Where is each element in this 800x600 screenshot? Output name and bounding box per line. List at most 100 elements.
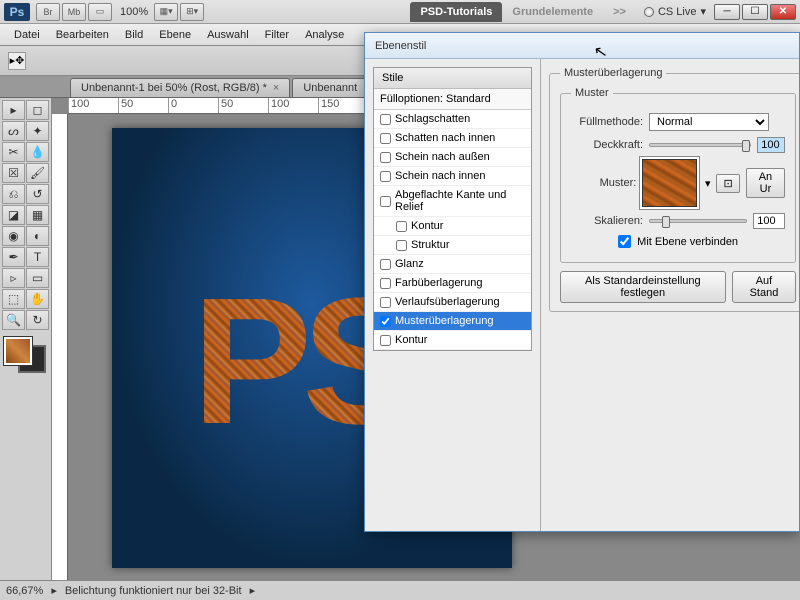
window-minimize-button[interactable]: ─: [714, 4, 740, 20]
menu-filter[interactable]: Filter: [257, 27, 297, 43]
style-item[interactable]: Kontur: [374, 331, 531, 350]
shape-tool[interactable]: ▭: [26, 268, 49, 288]
workspace-tab-grund[interactable]: Grundelemente: [502, 4, 603, 20]
style-checkbox[interactable]: [380, 114, 391, 125]
style-item[interactable]: Musterüberlagerung: [374, 312, 531, 331]
document-tab-2[interactable]: Unbenannt: [292, 78, 368, 97]
style-checkbox[interactable]: [380, 278, 391, 289]
style-item[interactable]: Kontur: [374, 217, 531, 236]
opacity-label: Deckkraft:: [571, 139, 643, 151]
make-default-button[interactable]: Als Standardeinstellung festlegen: [560, 271, 726, 303]
style-item[interactable]: Verlaufsüberlagerung: [374, 293, 531, 312]
color-swatches[interactable]: [2, 335, 48, 375]
style-checkbox[interactable]: [396, 240, 407, 251]
style-label: Glanz: [395, 258, 424, 270]
dialog-title[interactable]: Ebenenstil: [365, 33, 799, 59]
style-item[interactable]: Schein nach innen: [374, 167, 531, 186]
bridge-icon[interactable]: Br: [36, 3, 60, 21]
style-checkbox[interactable]: [380, 171, 391, 182]
style-item[interactable]: Schein nach außen: [374, 148, 531, 167]
eyedropper-tool[interactable]: 💧: [26, 142, 49, 162]
minibridge-icon[interactable]: Mb: [62, 3, 86, 21]
style-checkbox[interactable]: [380, 316, 391, 327]
workspace-tab-psd[interactable]: PSD-Tutorials: [410, 2, 502, 22]
path-select-tool[interactable]: ▹: [2, 268, 25, 288]
dodge-tool[interactable]: ◐: [26, 226, 49, 246]
wand-tool[interactable]: ✦: [26, 121, 49, 141]
document-tab-1[interactable]: Unbenannt-1 bei 50% (Rost, RGB/8) *×: [70, 78, 290, 97]
fill-options[interactable]: Fülloptionen: Standard: [374, 89, 531, 110]
style-label: Verlaufsüberlagerung: [395, 296, 500, 308]
style-label: Schatten nach innen: [395, 132, 495, 144]
style-checkbox[interactable]: [380, 297, 391, 308]
blur-tool[interactable]: ◉: [2, 226, 25, 246]
heal-tool[interactable]: ☒: [2, 163, 25, 183]
opacity-slider[interactable]: [649, 143, 751, 147]
cslive-label: CS Live: [658, 6, 697, 18]
ruler-vertical: [52, 114, 68, 580]
style-item[interactable]: Abgeflachte Kante und Relief: [374, 186, 531, 217]
status-message: Belichtung funktioniert nur bei 32-Bit: [65, 585, 242, 597]
style-checkbox[interactable]: [380, 335, 391, 346]
styles-header[interactable]: Stile: [374, 68, 531, 89]
style-item[interactable]: Struktur: [374, 236, 531, 255]
style-item[interactable]: Glanz: [374, 255, 531, 274]
style-item[interactable]: Schatten nach innen: [374, 129, 531, 148]
foreground-color[interactable]: [4, 337, 32, 365]
style-item[interactable]: Schlagschatten: [374, 110, 531, 129]
marquee-tool[interactable]: ◻: [26, 100, 49, 120]
style-label: Musterüberlagerung: [395, 315, 493, 327]
zoom-level[interactable]: 100%: [120, 6, 148, 18]
style-list: Schlagschatten Schatten nach innen Schein …: [374, 110, 531, 350]
menu-bearbeiten[interactable]: Bearbeiten: [48, 27, 117, 43]
extras-icon[interactable]: ⊞▾: [180, 3, 204, 21]
move-tool-icon[interactable]: ▸✥: [8, 52, 26, 70]
3d-tool[interactable]: ⬚: [2, 289, 25, 309]
blend-mode-select[interactable]: Normal: [649, 113, 769, 131]
menu-bild[interactable]: Bild: [117, 27, 151, 43]
scale-slider[interactable]: [649, 219, 747, 223]
screenmode-icon[interactable]: ▭: [88, 3, 112, 21]
eraser-tool[interactable]: ◪: [2, 205, 25, 225]
window-maximize-button[interactable]: ☐: [742, 4, 768, 20]
status-bar: 66,67% ▸ Belichtung funktioniert nur bei…: [0, 580, 800, 600]
style-label: Kontur: [411, 220, 443, 232]
snap-origin-button[interactable]: An Ur: [746, 168, 786, 198]
style-checkbox[interactable]: [396, 221, 407, 232]
style-checkbox[interactable]: [380, 152, 391, 163]
stamp-tool[interactable]: ⎌: [2, 184, 25, 204]
opacity-field[interactable]: [757, 137, 785, 153]
window-close-button[interactable]: ✕: [770, 4, 796, 20]
cslive-icon: [644, 7, 654, 17]
rotate-tool[interactable]: ↻: [26, 310, 49, 330]
hand-tool[interactable]: ✋: [26, 289, 49, 309]
menu-ebene[interactable]: Ebene: [151, 27, 199, 43]
lasso-tool[interactable]: ᔕ: [2, 121, 25, 141]
cslive-menu[interactable]: CS Live▾: [644, 5, 706, 18]
menu-datei[interactable]: Datei: [6, 27, 48, 43]
new-preset-button[interactable]: ⊡: [716, 174, 739, 193]
workspace-more-icon[interactable]: >>: [603, 4, 636, 20]
menu-analyse[interactable]: Analyse: [297, 27, 352, 43]
app-logo: Ps: [4, 3, 30, 21]
style-item[interactable]: Farbüberlagerung: [374, 274, 531, 293]
arrange-icon[interactable]: ▦▾: [154, 3, 178, 21]
link-with-layer-checkbox[interactable]: [618, 235, 631, 248]
type-tool[interactable]: T: [26, 247, 49, 267]
gradient-tool[interactable]: ▦: [26, 205, 49, 225]
close-icon[interactable]: ×: [273, 82, 279, 94]
menu-auswahl[interactable]: Auswahl: [199, 27, 257, 43]
brush-tool[interactable]: 🖌: [26, 163, 49, 183]
crop-tool[interactable]: ✂: [2, 142, 25, 162]
style-checkbox[interactable]: [380, 196, 391, 207]
style-checkbox[interactable]: [380, 133, 391, 144]
reset-default-button[interactable]: Auf Stand: [732, 271, 797, 303]
zoom-tool[interactable]: 🔍: [2, 310, 25, 330]
pattern-swatch[interactable]: [642, 159, 697, 207]
scale-field[interactable]: [753, 213, 785, 229]
pen-tool[interactable]: ✒: [2, 247, 25, 267]
style-checkbox[interactable]: [380, 259, 391, 270]
status-zoom[interactable]: 66,67%: [6, 585, 43, 597]
history-brush-tool[interactable]: ↺: [26, 184, 49, 204]
move-tool[interactable]: ▸: [2, 100, 25, 120]
